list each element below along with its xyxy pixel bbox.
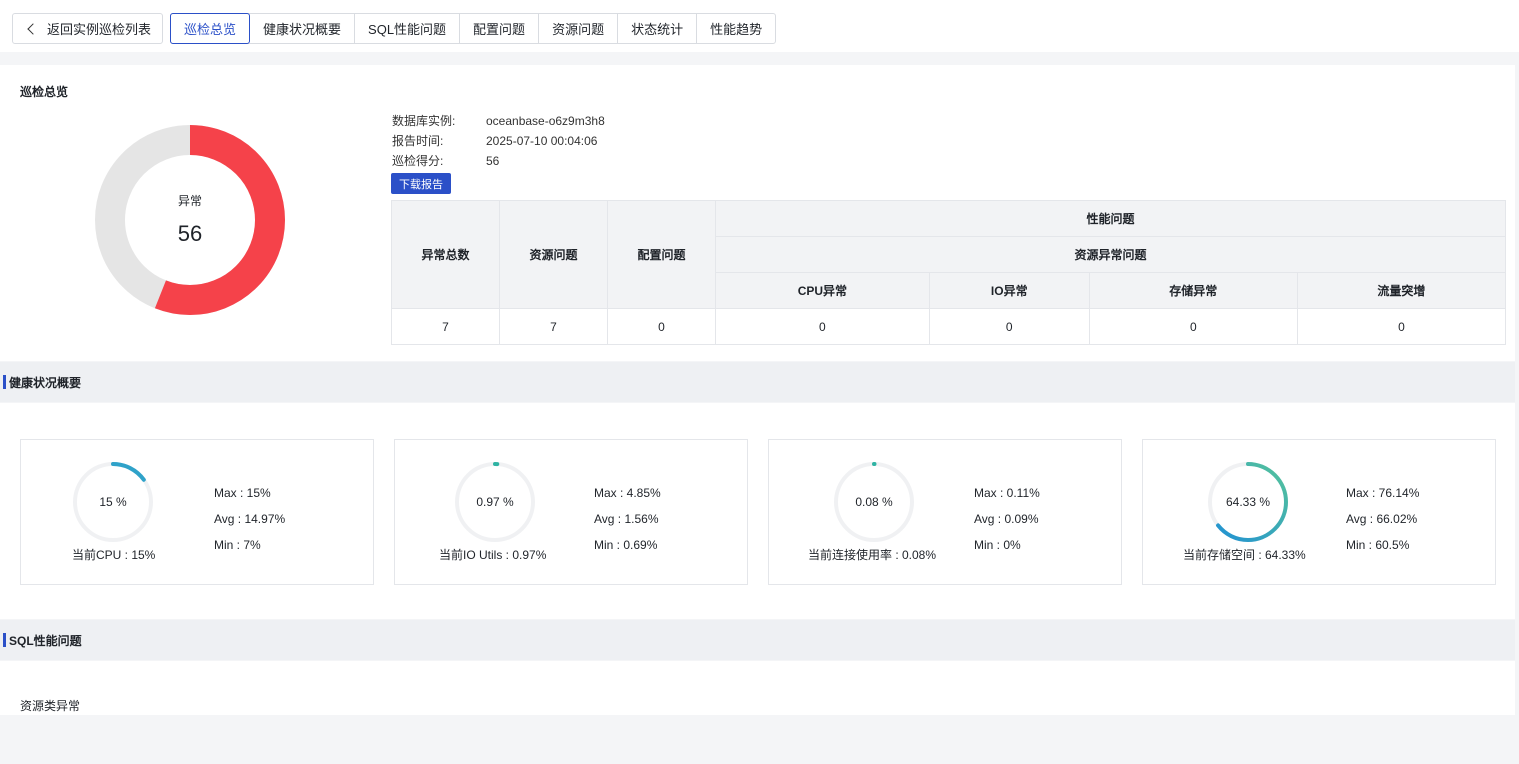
tab-sql-performance[interactable]: SQL性能问题 [355,14,461,43]
metric-min: Min : 0.69% [594,538,658,552]
metric-stats: Max : 76.14% Avg : 66.02% Min : 60.5% [1346,480,1419,558]
table-row: 7 7 0 0 0 0 0 [391,308,1507,345]
header-io: IO异常 [928,272,1090,309]
info-key: 巡检得分: [392,154,444,168]
table-cell: 0 [928,308,1090,345]
table-cell: 7 [391,308,500,345]
tab-status-stats[interactable]: 状态统计 [618,14,698,43]
table-cell: 7 [499,308,608,345]
overview-title: 巡检总览 [20,85,69,99]
header-storage: 存储异常 [1088,272,1298,309]
score-donut: 异常 56 [95,125,285,315]
metric-avg: Avg : 1.56% [594,512,659,526]
score-donut-chart [95,125,285,315]
metric-avg: Avg : 66.02% [1346,512,1418,526]
table-cell: 0 [607,308,716,345]
section-accent-bar [3,633,6,647]
header-total: 异常总数 [391,200,500,309]
info-value: 2025-07-10 00:04:06 [486,134,598,148]
metric-card-storage: 64.33 % 当前存储空间 : 64.33% Max : 76.14% Avg… [1142,439,1496,585]
metric-card-cpu: 15 % 当前CPU : 15% Max : 15% Avg : 14.97% … [20,439,374,585]
header-cpu: CPU异常 [715,272,930,309]
header-resource-abnormal: 资源异常问题 [715,236,1506,273]
table-cell: 0 [1296,308,1507,345]
tab-overview[interactable]: 巡检总览 [170,13,251,44]
info-key: 数据库实例: [392,114,456,128]
header-resource: 资源问题 [499,200,608,309]
tab-config-issues[interactable]: 配置问题 [460,14,540,43]
metric-min: Min : 7% [214,538,261,552]
metric-max: Max : 76.14% [1346,486,1420,500]
back-button-label: 返回实例巡检列表 [47,22,152,37]
overview-card: 巡检总览 异常 56 数据库实例: oceanbase-o6z9m3h8 报告时… [0,65,1515,361]
metric-current: 当前IO Utils : 0.97% [439,548,547,562]
tab-bar: 巡检总览 健康状况概要 SQL性能问题 配置问题 资源问题 状态统计 性能趋势 [170,13,777,44]
metric-avg: Avg : 14.97% [214,512,286,526]
metric-current: 当前CPU : 15% [72,548,156,562]
health-section-header: 健康状况概要 [0,362,1515,402]
metric-card-connections: 0.08 % 当前连接使用率 : 0.08% Max : 0.11% Avg :… [768,439,1122,585]
metric-max: Max : 15% [214,486,271,500]
metric-max: Max : 4.85% [594,486,661,500]
chevron-left-icon [27,22,39,35]
tab-performance-trend[interactable]: 性能趋势 [697,14,775,43]
instance-info: 数据库实例: oceanbase-o6z9m3h8 报告时间: 2025-07-… [392,111,605,171]
metric-card-io: 0.97 % 当前IO Utils : 0.97% Max : 4.85% Av… [394,439,748,585]
metric-min: Min : 0% [974,538,1021,552]
metric-percent: 0.97 % [476,495,514,509]
info-value: oceanbase-o6z9m3h8 [486,114,605,128]
info-row-report-time: 报告时间: 2025-07-10 00:04:06 [392,131,605,151]
metric-current: 当前连接使用率 : 0.08% [808,548,937,562]
info-key: 报告时间: [392,134,444,148]
health-card: 15 % 当前CPU : 15% Max : 15% Avg : 14.97% … [0,403,1515,619]
table-cell: 0 [1088,308,1298,345]
metric-max: Max : 0.11% [974,486,1040,500]
top-nav-bar: 返回实例巡检列表 巡检总览 健康状况概要 SQL性能问题 配置问题 资源问题 状… [0,0,1519,52]
header-traffic: 流量突增 [1296,272,1507,309]
health-section-title: 健康状况概要 [9,375,82,390]
tab-resource-issues[interactable]: 资源问题 [539,14,619,43]
info-value: 56 [486,154,500,168]
donut-value: 56 [177,221,203,246]
table-cell: 0 [715,308,930,345]
metric-current: 当前存储空间 : 64.33% [1183,548,1306,562]
metric-stats: Max : 0.11% Avg : 0.09% Min : 0% [974,480,1040,558]
donut-label: 异常 [177,194,202,208]
header-config: 配置问题 [607,200,716,309]
section-accent-bar [3,375,6,389]
metric-min: Min : 60.5% [1346,538,1410,552]
info-row-instance: 数据库实例: oceanbase-o6z9m3h8 [392,111,605,131]
metric-percent: 0.08 % [855,495,893,509]
sql-section-header: SQL性能问题 [0,620,1515,660]
tab-health-summary[interactable]: 健康状况概要 [250,14,356,43]
header-performance: 性能问题 [715,200,1506,237]
sql-subsection-title: 资源类异常 [20,699,81,713]
sql-section-title: SQL性能问题 [9,633,82,648]
metric-percent: 64.33 % [1225,495,1271,509]
metric-avg: Avg : 0.09% [974,512,1039,526]
metric-percent: 15 % [99,495,127,509]
issue-stats-table: 异常总数 资源问题 配置问题 性能问题 资源异常问题 CPU异常 IO异常 存储… [391,200,1507,345]
back-to-list-button[interactable]: 返回实例巡检列表 [12,13,163,44]
info-row-score: 巡检得分: 56 [392,151,605,171]
metric-stats: Max : 4.85% Avg : 1.56% Min : 0.69% [594,480,661,558]
metric-stats: Max : 15% Avg : 14.97% Min : 7% [214,480,285,558]
download-report-button[interactable]: 下载报告 [391,173,451,194]
sql-card: 资源类异常 [0,661,1515,715]
